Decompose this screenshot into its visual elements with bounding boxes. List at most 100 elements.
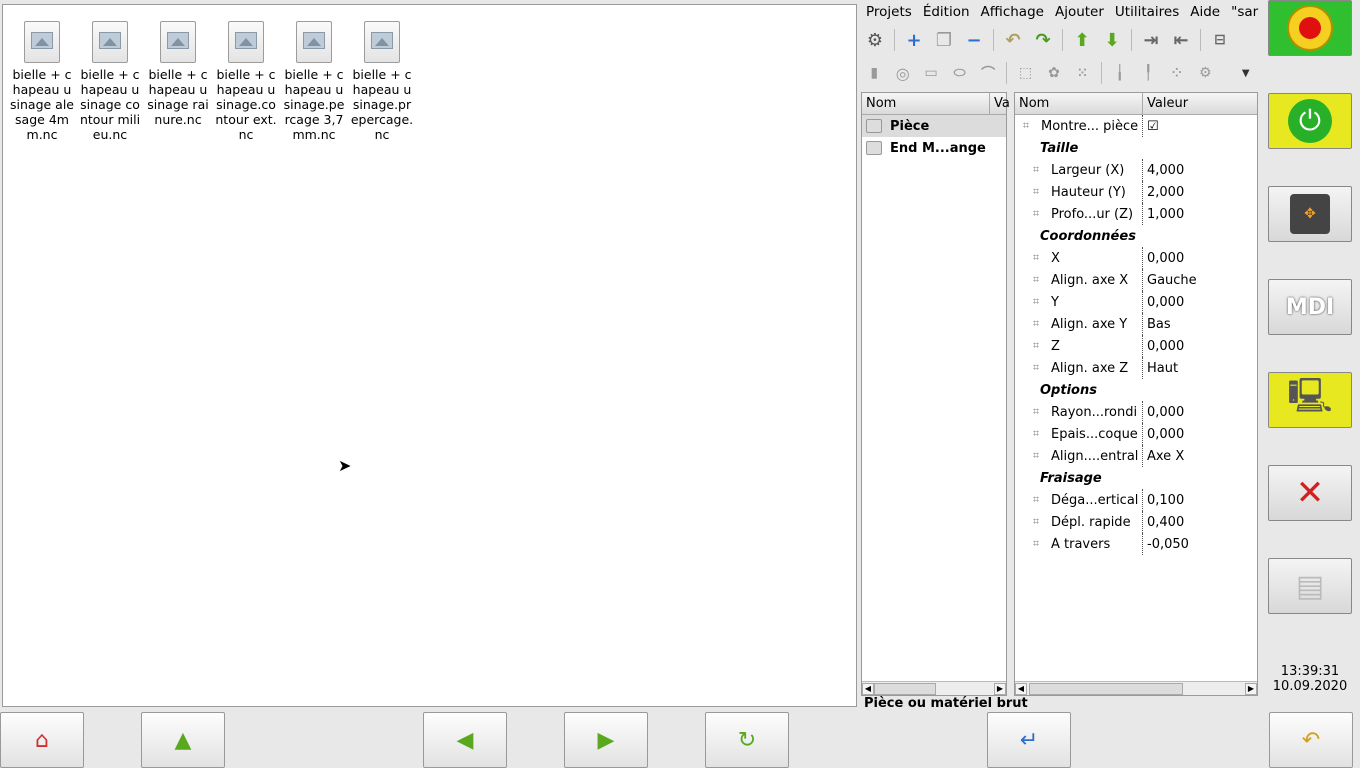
- file-item[interactable]: bielle + chapeau usinage alesage 4mm.nc: [10, 21, 74, 142]
- property-row[interactable]: ⌗ Y 0,000: [1015, 291, 1257, 313]
- slot-icon[interactable]: ⬭: [947, 60, 971, 86]
- props-hscrollbar[interactable]: ◀ ▶: [1015, 681, 1257, 695]
- tree-hscrollbar[interactable]: ◀ ▶: [862, 681, 1006, 695]
- property-value[interactable]: Bas: [1142, 313, 1171, 335]
- property-value[interactable]: Axe X: [1142, 445, 1184, 467]
- props-col-valeur[interactable]: Valeur: [1143, 93, 1257, 114]
- outdent-icon[interactable]: ⇤: [1168, 27, 1194, 53]
- scroll-left-icon[interactable]: ◀: [1015, 682, 1027, 695]
- property-row[interactable]: ⌗ Hauteur (Y) 2,000: [1015, 181, 1257, 203]
- property-value[interactable]: 0,000: [1142, 291, 1184, 313]
- property-value[interactable]: 1,000: [1142, 203, 1184, 225]
- scroll-left-icon[interactable]: ◀: [862, 682, 874, 695]
- property-row[interactable]: ⌗ Épais...coque 0,000: [1015, 423, 1257, 445]
- property-row[interactable]: ⌗ Dépl. rapide 0,400: [1015, 511, 1257, 533]
- tree-scroll-thumb[interactable]: [874, 682, 936, 695]
- copy-icon[interactable]: ❐: [931, 27, 957, 53]
- property-value[interactable]: ☑: [1142, 115, 1159, 137]
- pocket-rect-icon[interactable]: ▭: [919, 60, 943, 86]
- tree-item[interactable]: Pièce: [862, 115, 1006, 137]
- menu-item[interactable]: Projets: [866, 4, 912, 20]
- property-row[interactable]: ⌗ Profo...ur (Z) 1,000: [1015, 203, 1257, 225]
- up-button[interactable]: ▲: [141, 712, 225, 768]
- end-mill-icon: [866, 141, 882, 155]
- drill-line-icon[interactable]: ╿: [1136, 60, 1160, 86]
- property-value[interactable]: 2,000: [1142, 181, 1184, 203]
- collapse-icon[interactable]: ⊟: [1207, 27, 1233, 53]
- file-item[interactable]: bielle + chapeau usinage.contour ext.nc: [214, 21, 278, 142]
- property-value[interactable]: 0,000: [1142, 335, 1184, 357]
- indent-icon[interactable]: ⇥: [1138, 27, 1164, 53]
- property-value[interactable]: 0,400: [1142, 511, 1184, 533]
- undo-close-button[interactable]: ↶: [1269, 712, 1353, 768]
- tool-icon[interactable]: ▮: [862, 60, 886, 86]
- machine-mode-button[interactable]: 🖳: [1268, 372, 1352, 428]
- dropdown-arrow-icon[interactable]: ▼: [1234, 60, 1258, 86]
- tools-button[interactable]: ✕: [1268, 465, 1352, 521]
- move-down-icon[interactable]: ⬇: [1099, 27, 1125, 53]
- props-col-nom[interactable]: Nom: [1015, 93, 1143, 114]
- property-row[interactable]: ⌗ Largeur (X) 4,000: [1015, 159, 1257, 181]
- scroll-right-icon[interactable]: ▶: [1245, 682, 1257, 695]
- move-up-icon[interactable]: ⬆: [1069, 27, 1095, 53]
- menu-item[interactable]: Aide: [1190, 4, 1220, 20]
- property-row[interactable]: ⌗ Rayon...rondi 0,000: [1015, 401, 1257, 423]
- property-value[interactable]: 0,000: [1142, 423, 1184, 445]
- file-item[interactable]: bielle + chapeau usinage.prepercage.nc: [350, 21, 414, 142]
- property-row[interactable]: ⌗ À travers -0,050: [1015, 533, 1257, 555]
- property-value[interactable]: Gauche: [1142, 269, 1197, 291]
- property-value[interactable]: -0,050: [1142, 533, 1189, 555]
- home-button[interactable]: ⌂: [0, 712, 84, 768]
- polar-pattern-icon[interactable]: ✿: [1042, 60, 1066, 86]
- property-value[interactable]: 0,000: [1142, 401, 1184, 423]
- property-value[interactable]: 0,100: [1142, 489, 1184, 511]
- file-item[interactable]: bielle + chapeau usinage contour milieu.…: [78, 21, 142, 142]
- grid-pattern-icon[interactable]: ⁙: [1070, 60, 1094, 86]
- menu-item[interactable]: Ajouter: [1055, 4, 1104, 20]
- drill-matrix-icon[interactable]: ⁘: [1165, 60, 1189, 86]
- image-file-icon: [160, 21, 196, 63]
- back-button[interactable]: ◀: [423, 712, 507, 768]
- menu-item[interactable]: "sar: [1231, 4, 1258, 20]
- tree-col-va[interactable]: Va: [990, 93, 1010, 114]
- property-value[interactable]: 4,000: [1142, 159, 1184, 181]
- property-row[interactable]: ⌗ Align....entral Axe X: [1015, 445, 1257, 467]
- mdi-button[interactable]: MDI: [1268, 279, 1352, 335]
- property-row[interactable]: ⌗ Align. axe Y Bas: [1015, 313, 1257, 335]
- enter-button[interactable]: ↵: [987, 712, 1071, 768]
- property-row[interactable]: ⌗ Z 0,000: [1015, 335, 1257, 357]
- refresh-button[interactable]: ↻: [705, 712, 789, 768]
- settings-icon[interactable]: ⚙: [862, 27, 888, 53]
- property-row[interactable]: ⌗ Déga...ertical 0,100: [1015, 489, 1257, 511]
- tree-item[interactable]: End M...ange: [862, 137, 1006, 159]
- property-row[interactable]: ⌗ X 0,000: [1015, 247, 1257, 269]
- circle-pattern-icon[interactable]: ⬚: [1013, 60, 1037, 86]
- drill-circle-icon[interactable]: ◎: [890, 60, 914, 86]
- menu-item[interactable]: Édition: [923, 4, 970, 20]
- jog-button[interactable]: ✥: [1268, 186, 1352, 242]
- property-value[interactable]: 0,000: [1142, 247, 1184, 269]
- menu-item[interactable]: Utilitaires: [1115, 4, 1179, 20]
- forward-button[interactable]: ▶: [564, 712, 648, 768]
- redo-icon[interactable]: ↷: [1030, 27, 1056, 53]
- disabled-button[interactable]: ▤: [1268, 558, 1352, 614]
- undo-icon[interactable]: ↶: [1000, 27, 1026, 53]
- drill-gear-icon[interactable]: ⚙: [1193, 60, 1217, 86]
- props-scroll-thumb[interactable]: [1029, 682, 1183, 695]
- power-button[interactable]: ⏻: [1268, 93, 1352, 149]
- property-row[interactable]: ⌗ Align. axe Z Haut: [1015, 357, 1257, 379]
- file-item[interactable]: bielle + chapeau usinage rainure.nc: [146, 21, 210, 127]
- add-icon[interactable]: +: [901, 27, 927, 53]
- tree-col-nom[interactable]: Nom: [862, 93, 990, 114]
- property-row[interactable]: ⌗ Align. axe X Gauche: [1015, 269, 1257, 291]
- arc-icon[interactable]: ⌒: [976, 60, 1000, 86]
- scroll-right-icon[interactable]: ▶: [994, 682, 1006, 695]
- file-browser[interactable]: bielle + chapeau usinage alesage 4mm.nc b…: [2, 4, 857, 707]
- menu-item[interactable]: Affichage: [981, 4, 1044, 20]
- emergency-stop-button[interactable]: [1268, 0, 1352, 56]
- property-row[interactable]: ⌗ Montre... pièce ☑: [1015, 115, 1257, 137]
- remove-icon[interactable]: −: [961, 27, 987, 53]
- property-value[interactable]: Haut: [1142, 357, 1178, 379]
- file-item[interactable]: bielle + chapeau usinage.percage 3,7mm.n…: [282, 21, 346, 142]
- drill-single-icon[interactable]: ╽: [1108, 60, 1132, 86]
